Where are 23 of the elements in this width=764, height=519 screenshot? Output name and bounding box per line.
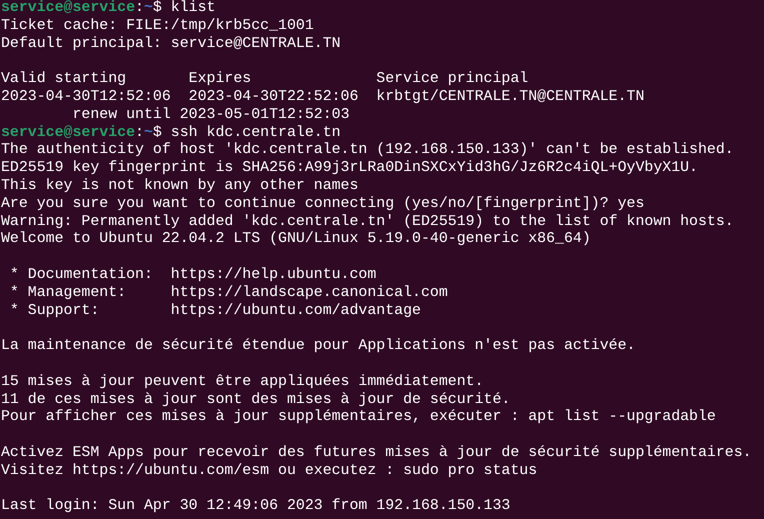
terminal-output-line: The authenticity of host 'kdc.centrale.tn (192.168.150.133)' can't be established. (1, 142, 734, 160)
terminal-output-line: Warning: Permanently added 'kdc.centrale.tn' (ED25519) to the list of known hosts. (1, 214, 734, 231)
terminal-output-line: renew until 2023-05-01T12:52:03 (72, 106, 350, 125)
terminal-output-line: Are you sure you want to continue connecting (yes/no/[fingerprint])? yes (1, 196, 644, 214)
terminal-output-line: 11 de ces mises à jour sont des mises à jour de sécurité. (1, 392, 510, 409)
terminal-output-line: Ticket cache: FILE:/tmp/krb5cc_1001 (1, 18, 314, 36)
terminal-output-line: Valid starting Expires Service principal (1, 71, 528, 89)
terminal-output-line: 2023-04-30T12:52:06 2023-04-30T22:52:06 krbtgt/CENTRALE.TN@CENTRALE.TN (1, 88, 644, 107)
terminal-output-line: 15 mises à jour peuvent être appliquées immédiatement. (1, 374, 484, 392)
terminal-output-line: * Support: https://ubuntu.com/advantage (8, 302, 421, 320)
terminal-output-line: Visitez https://ubuntu.com/esm ou executez : sudo pro status (1, 462, 538, 481)
terminal-prompt: service@service:~$ klist (1, 0, 216, 18)
terminal-output-line: Last login: Sun Apr 30 12:49:06 2023 from 192.168.150.133 (1, 498, 510, 516)
terminal-output-line: Pour afficher ces mises à jour supplémentaires, exécuter : apt list --upgradable (1, 409, 716, 428)
terminal-output-line: La maintenance de sécurité étendue pour Applications n'est pas activée. (1, 338, 636, 356)
terminal-output-line: Activez ESM Apps pour recevoir des futures mises à jour de sécurité supplémentaires. (1, 444, 752, 463)
terminal-output-line: Welcome to Ubuntu 22.04.2 LTS (GNU/Linux 5.19.0-40-generic x86_64) (1, 231, 591, 250)
terminal-output-line: This key is not known by any other names (1, 178, 358, 196)
terminal-output-line: ED25519 key fingerprint is SHA256:A99j3rLRa0DinSXCxYid3hG/Jz6R2c4iQL+OyVbyX1U. (1, 160, 698, 178)
terminal-prompt: service@service:~$ ssh kdc.centrale.tn (1, 124, 341, 142)
terminal-output-line: * Management: https://landscape.canonical.com (8, 284, 448, 303)
terminal-output-line: Default principal: service@CENTRALE.TN (1, 36, 341, 54)
terminal-output-line: * Documentation: https://help.ubuntu.com (8, 266, 376, 285)
